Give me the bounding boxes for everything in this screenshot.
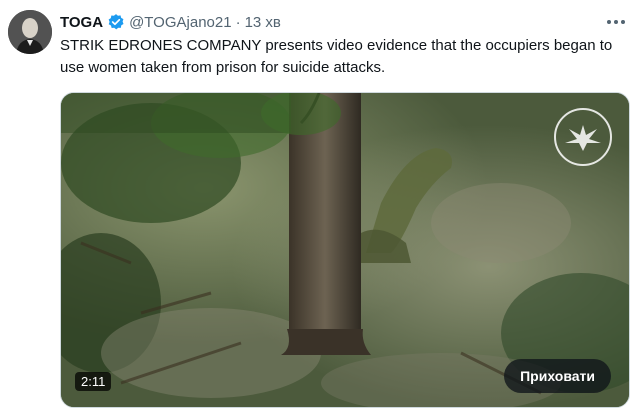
separator-dot: · bbox=[235, 13, 241, 31]
tweet-header: TOGA @TOGAjano21 · 13 хв bbox=[60, 12, 281, 32]
video-media[interactable]: 2:11 Приховати bbox=[60, 92, 630, 408]
avatar[interactable] bbox=[8, 10, 52, 54]
timestamp[interactable]: 13 хв bbox=[245, 14, 281, 31]
tweet-text: STRIK EDRONES COMPANY presents video evi… bbox=[60, 37, 613, 76]
hide-button[interactable]: Приховати bbox=[504, 359, 611, 393]
author-name[interactable]: TOGA bbox=[60, 14, 103, 31]
more-options-icon[interactable] bbox=[604, 10, 628, 34]
verified-badge-icon bbox=[107, 13, 125, 31]
tweet: TOGA @TOGAjano21 · 13 хв STRIK EDRONES C… bbox=[0, 0, 638, 416]
emblem-icon bbox=[551, 105, 615, 169]
author-handle[interactable]: @TOGAjano21 bbox=[129, 14, 232, 31]
video-duration: 2:11 bbox=[75, 372, 112, 391]
